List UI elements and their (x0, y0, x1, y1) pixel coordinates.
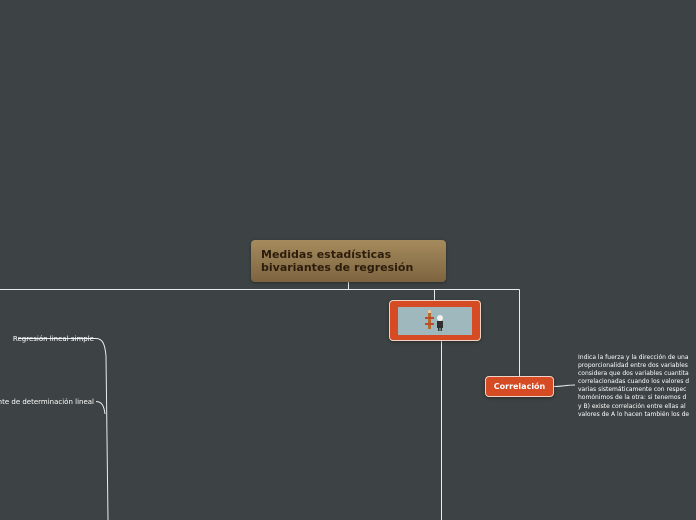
description-line: Indica la fuerza y la dirección de una (578, 354, 689, 361)
description-line: valores de A lo hacen también los de (578, 410, 690, 418)
image-node[interactable] (389, 300, 481, 341)
pencil-figure (425, 310, 434, 329)
image-icon (398, 307, 472, 335)
person-figure (437, 315, 443, 331)
topic-regresion-lineal-simple[interactable]: Regresión lineal simple (13, 335, 94, 343)
topic-coeficiente-determinacion[interactable]: iente de determinación lineal (0, 398, 94, 406)
description-line: proporcionalidad entre dos variables (578, 362, 688, 370)
correlacion-label: Correlación (493, 382, 546, 391)
correlacion-node[interactable]: Correlación (485, 376, 554, 397)
description-line: considera que dos variables cuantita (578, 370, 689, 378)
central-topic[interactable]: Medidas estadísticas bivariantes de regr… (251, 240, 446, 282)
description-line: varias sistemáticamente con respec (578, 386, 687, 394)
link-left-branch (18, 338, 109, 520)
topic-label: iente de determinación lineal (0, 398, 94, 406)
correlacion-description: Indica la fuerza y la dirección de una p… (578, 354, 696, 420)
description-line: homónimos de la otra: si tenemos d (578, 394, 687, 402)
link-correlacion-description (553, 384, 576, 387)
description-line: y B) existe correlación entre ellas al (578, 402, 686, 410)
link-left-branch-2 (95, 401, 106, 415)
topic-label: Regresión lineal simple (12, 335, 94, 343)
central-topic-text: Medidas estadísticas bivariantes de regr… (261, 248, 414, 274)
description-line: correlacionadas cuando los valores d (578, 378, 690, 386)
